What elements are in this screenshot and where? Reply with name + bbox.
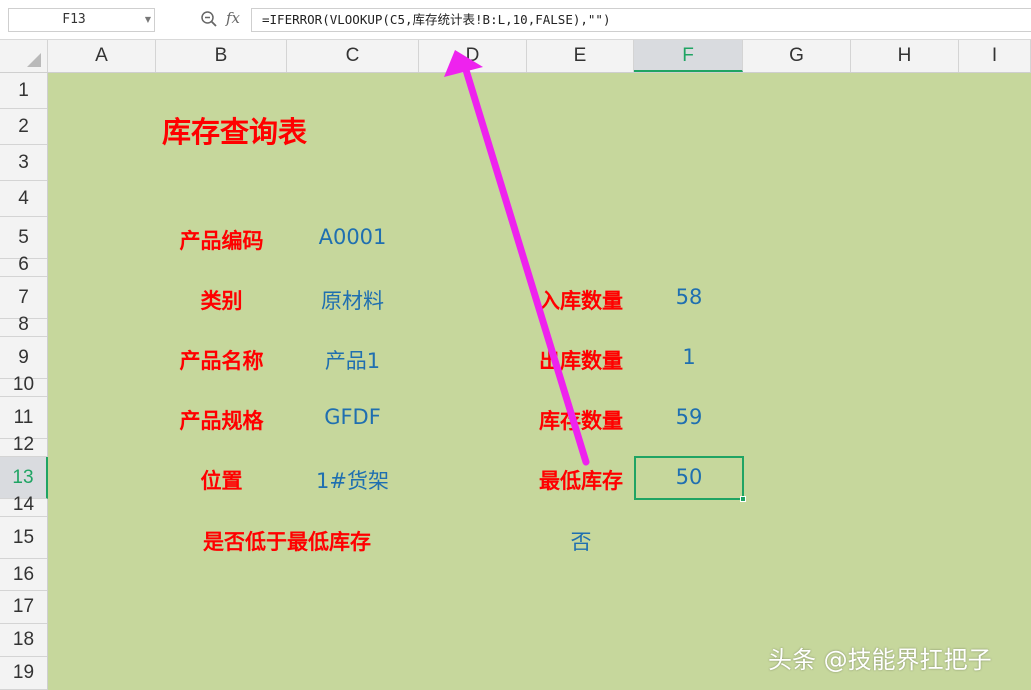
name-box[interactable]: F13 ▼ (8, 8, 155, 32)
select-all-corner[interactable] (0, 40, 48, 72)
row-header-3[interactable]: 3 (0, 145, 47, 181)
formula-bar: F13 ▼ fx =IFERROR(VLOOKUP(C5,库存统计表!B:L,1… (0, 0, 1031, 40)
row-header-2[interactable]: 2 (0, 109, 47, 145)
row-header-13[interactable]: 13 (0, 457, 48, 499)
field-label-below-min-stock[interactable]: 是否低于最低库存 (156, 526, 418, 556)
row-header-17[interactable]: 17 (0, 591, 47, 624)
column-header-c[interactable]: C (287, 40, 419, 72)
row-header-12[interactable]: 12 (0, 435, 47, 457)
column-header-i[interactable]: I (959, 40, 1031, 72)
field-value-product-code[interactable]: A0001 (287, 225, 418, 249)
row-header-19[interactable]: 19 (0, 657, 47, 690)
row-header-11[interactable]: 11 (0, 397, 47, 439)
column-header-b[interactable]: B (156, 40, 287, 72)
row-header-9[interactable]: 9 (0, 337, 47, 379)
field-label-min-stock[interactable]: 最低库存 (527, 465, 635, 495)
sheet-title: 库存查询表 (162, 115, 308, 149)
field-label-location[interactable]: 位置 (156, 465, 287, 495)
column-header-h[interactable]: H (851, 40, 959, 72)
formula-text: =IFERROR(VLOOKUP(C5,库存统计表!B:L,10,FALSE),… (262, 12, 611, 27)
row-header-1[interactable]: 1 (0, 73, 47, 109)
field-label-product-name[interactable]: 产品名称 (156, 345, 287, 375)
row-header-8[interactable]: 8 (0, 315, 47, 337)
name-box-text: F13 (62, 12, 86, 27)
column-header-d[interactable]: D (419, 40, 527, 72)
column-header-g[interactable]: G (743, 40, 851, 72)
field-label-stock-quantity[interactable]: 库存数量 (527, 405, 635, 435)
zoom-icon[interactable] (200, 10, 218, 28)
field-value-product-name[interactable]: 产品1 (287, 345, 418, 375)
row-header-16[interactable]: 16 (0, 559, 47, 591)
field-label-category[interactable]: 类别 (156, 285, 287, 315)
select-all-icon (27, 53, 41, 67)
fx-icon[interactable]: fx (226, 9, 240, 27)
field-value-product-spec[interactable]: GFDF (287, 405, 418, 429)
row-header-7[interactable]: 7 (0, 277, 47, 319)
field-value-in-quantity[interactable]: 58 (635, 285, 743, 309)
column-header-e[interactable]: E (527, 40, 634, 72)
fill-handle[interactable] (740, 496, 746, 502)
row-header-4[interactable]: 4 (0, 181, 47, 217)
sheet-grid[interactable]: 库存查询表 产品编码 A0001 类别 原材料 产品名称 产品1 产品规格 GF… (48, 73, 1031, 690)
column-header-f[interactable]: F (634, 40, 743, 72)
field-label-product-spec[interactable]: 产品规格 (156, 405, 287, 435)
row-header-6[interactable]: 6 (0, 255, 47, 277)
dropdown-arrow-icon[interactable]: ▼ (145, 9, 151, 31)
field-value-location[interactable]: 1#货架 (287, 465, 418, 495)
formula-input[interactable]: =IFERROR(VLOOKUP(C5,库存统计表!B:L,10,FALSE),… (251, 8, 1031, 32)
field-label-in-quantity[interactable]: 入库数量 (527, 285, 635, 315)
active-cell-selection[interactable] (634, 456, 744, 500)
row-header-15[interactable]: 15 (0, 517, 47, 559)
field-value-category[interactable]: 原材料 (287, 285, 418, 315)
row-header-14[interactable]: 14 (0, 495, 47, 517)
field-value-below-min-stock[interactable]: 否 (527, 526, 635, 556)
row-header-column: 1 2 3 4 5 6 7 8 9 10 11 12 13 14 15 16 17 18 19 (0, 73, 48, 690)
field-label-product-code[interactable]: 产品编码 (156, 225, 287, 255)
column-header-row: ABCDEFGHI (0, 40, 1031, 73)
column-header-a[interactable]: A (48, 40, 156, 72)
watermark: 头条 @技能界扛把子 (768, 646, 992, 674)
row-header-5[interactable]: 5 (0, 217, 47, 259)
field-value-stock-quantity[interactable]: 59 (635, 405, 743, 429)
row-header-10[interactable]: 10 (0, 375, 47, 397)
field-label-out-quantity[interactable]: 出库数量 (527, 345, 635, 375)
field-value-out-quantity[interactable]: 1 (635, 345, 743, 369)
row-header-18[interactable]: 18 (0, 624, 47, 657)
